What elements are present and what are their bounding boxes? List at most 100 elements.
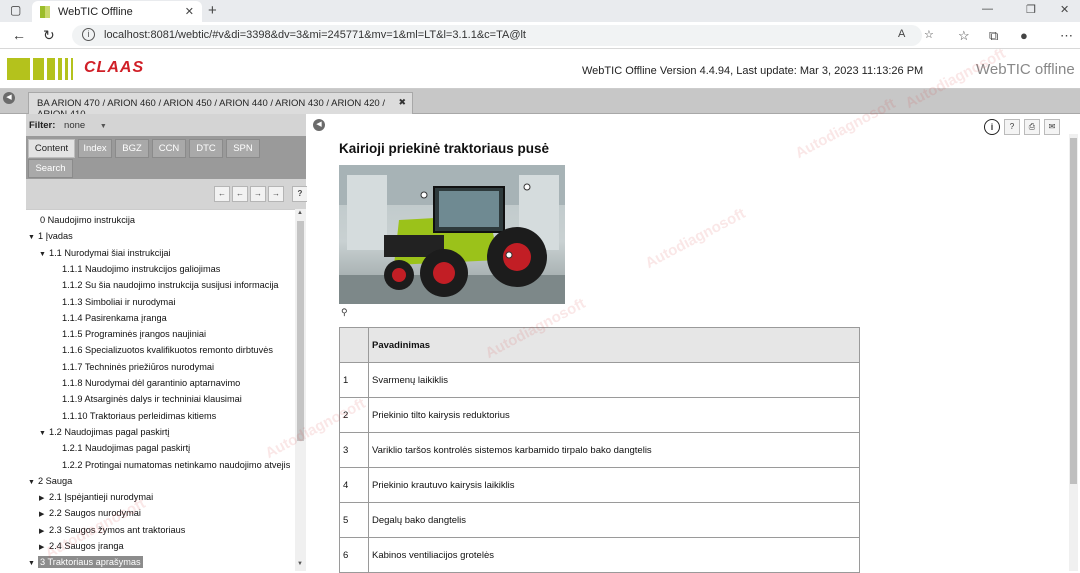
tree-item[interactable]: 1.1.8 Nurodymai dėl garantinio aptarnavi… <box>62 378 240 388</box>
profile-icon[interactable]: ● <box>1020 28 1028 43</box>
print-icon[interactable]: ⎙ <box>1024 119 1040 135</box>
collapse-left-icon[interactable]: ◀ <box>3 92 15 104</box>
tree-item[interactable]: ▼ 2 Sauga <box>28 476 72 486</box>
tree-item-label[interactable]: 1.1.2 Su šia naudojimo instrukcija susij… <box>62 280 279 290</box>
tree-item-label[interactable]: 2.4 Saugos įranga <box>49 541 124 551</box>
browser-tab[interactable]: WebTIC Offline ✕ <box>32 1 202 22</box>
email-icon[interactable]: ✉ <box>1044 119 1060 135</box>
tree-scrollbar[interactable]: ▲ ▼ <box>295 209 306 571</box>
collapsed-arrow-icon[interactable]: ▶ <box>39 510 49 518</box>
tree-item-label[interactable]: 1.1.5 Programinės įrangos naujiniai <box>62 329 206 339</box>
tree-item-label[interactable]: 2 Sauga <box>38 476 72 486</box>
tree-item[interactable]: ▼ 1.2 Naudojimas pagal paskirtį <box>39 427 170 437</box>
tree-item[interactable]: 1.1.1 Naudojimo instrukcijos galiojimas <box>62 264 220 274</box>
last-arrow-icon[interactable]: → <box>268 186 284 202</box>
address-bar[interactable]: i localhost:8081/webtic/#v&di=3398&dv=3&… <box>72 25 934 46</box>
tree-item-label[interactable]: 3 Traktoriaus aprašymas <box>38 556 143 569</box>
tree-item[interactable]: 1.1.2 Su šia naudojimo instrukcija susij… <box>62 280 279 290</box>
content-scroll-thumb[interactable] <box>1070 138 1077 484</box>
tree-item[interactable]: 1.1.9 Atsarginės dalys ir techniniai kla… <box>62 394 242 404</box>
tree-item[interactable]: ▶ 2.4 Saugos įranga <box>39 541 124 551</box>
tree-item-label[interactable]: 2.1 Įspėjantieji nurodymai <box>49 492 153 502</box>
tree-item-label[interactable]: 1.1.1 Naudojimo instrukcijos galiojimas <box>62 264 220 274</box>
tab-content[interactable]: Content <box>28 139 75 158</box>
tree-item-label[interactable]: 2.3 Saugos žymos ant traktoriaus <box>49 525 185 535</box>
tree-item-label[interactable]: 0 Naudojimo instrukcija <box>40 215 135 225</box>
tree-item-label[interactable]: 1.1.6 Specializuotos kvalifikuotos remon… <box>62 345 273 355</box>
tree-item-label[interactable]: 1.1.9 Atsarginės dalys ir techniniai kla… <box>62 394 242 404</box>
favorite-icon[interactable]: ☆ <box>924 28 934 41</box>
collapse-tree-icon[interactable]: ◀ <box>313 119 325 131</box>
tree-item[interactable]: ▶ 2.2 Saugos nurodymai <box>39 508 141 518</box>
tree-item[interactable]: 1.1.4 Pasirenkama įranga <box>62 313 167 323</box>
tree-item-label[interactable]: 2.2 Saugos nurodymai <box>49 508 141 518</box>
tab-actions-icon[interactable]: ▢ <box>10 3 21 17</box>
info-icon[interactable]: i <box>984 119 1000 135</box>
tractor-image[interactable] <box>339 165 565 304</box>
reload-icon[interactable]: ↻ <box>43 27 55 44</box>
collapsed-arrow-icon[interactable]: ▶ <box>39 543 49 551</box>
tree-item-label[interactable]: 1.1.8 Nurodymai dėl garantinio aptarnavi… <box>62 378 240 388</box>
expanded-arrow-icon[interactable]: ▼ <box>28 479 38 486</box>
tree-item-label[interactable]: 1.2 Naudojimas pagal paskirtį <box>49 427 170 437</box>
collections-icon[interactable]: ⧉ <box>989 28 998 44</box>
tree-item[interactable]: 1.1.5 Programinės įrangos naujiniai <box>62 329 206 339</box>
read-aloud-icon[interactable]: A <box>898 28 905 40</box>
url-text[interactable]: localhost:8081/webtic/#v&di=3398&dv=3&mi… <box>104 29 526 41</box>
filter-value[interactable]: none <box>64 120 85 131</box>
tree-item-label[interactable]: 1.1.4 Pasirenkama įranga <box>62 313 167 323</box>
tree-item-label[interactable]: 1.1.10 Traktoriaus perleidimas kitiems <box>62 411 216 421</box>
tab-search[interactable]: Search <box>28 159 73 178</box>
tree-item-label[interactable]: 1 Įvadas <box>38 231 73 241</box>
tree-item[interactable]: ▼ 1.1 Nurodymai šiai instrukcijai <box>39 248 171 258</box>
tree-item[interactable]: 1.1.3 Simboliai ir nurodymai <box>62 297 175 307</box>
next-arrow-icon[interactable]: → <box>250 186 266 202</box>
tree-item-label[interactable]: 1.1 Nurodymai šiai instrukcijai <box>49 248 171 258</box>
help-icon[interactable]: ? <box>292 186 308 202</box>
zoom-icon[interactable]: ⚲ <box>341 307 348 318</box>
maximize-icon[interactable]: ❐ <box>1026 3 1036 16</box>
back-icon[interactable]: ← <box>12 27 26 43</box>
new-tab-icon[interactable]: + <box>208 2 217 19</box>
close-document-icon[interactable]: ✖ <box>398 97 406 108</box>
tree-item[interactable]: ▼ 3 Traktoriaus aprašymas <box>28 556 143 569</box>
expanded-arrow-icon[interactable]: ▼ <box>39 430 49 437</box>
filter-control[interactable]: Filter: none ▼ <box>29 120 107 131</box>
close-window-icon[interactable]: ✕ <box>1060 3 1069 16</box>
chevron-down-icon[interactable]: ▼ <box>100 123 107 130</box>
more-icon[interactable]: ⋯ <box>1060 28 1073 44</box>
tree-item-label[interactable]: 1.2.1 Naudojimas pagal paskirtį <box>62 443 190 453</box>
tree-item[interactable]: 1.2.2 Protingai numatomas netinkamo naud… <box>62 460 290 470</box>
tree-item[interactable]: 1.1.7 Techninės priežiūros nurodymai <box>62 362 214 372</box>
scroll-up-icon[interactable]: ▲ <box>297 210 303 216</box>
tab-bgz[interactable]: BGZ <box>115 139 149 158</box>
document-tab[interactable]: BA ARION 470 / ARION 460 / ARION 450 / A… <box>28 92 413 120</box>
scroll-down-icon[interactable]: ▼ <box>297 561 303 567</box>
tree-item-label[interactable]: 1.2.2 Protingai numatomas netinkamo naud… <box>62 460 290 470</box>
expanded-arrow-icon[interactable]: ▼ <box>28 234 38 241</box>
expanded-arrow-icon[interactable]: ▼ <box>28 560 38 567</box>
collapsed-arrow-icon[interactable]: ▶ <box>39 494 49 502</box>
first-arrow-icon[interactable]: ← <box>214 186 230 202</box>
tree-item-label[interactable]: 1.1.7 Techninės priežiūros nurodymai <box>62 362 214 372</box>
tab-index[interactable]: Index <box>78 139 112 158</box>
tree-item[interactable]: ▼ 1 Įvadas <box>28 231 73 241</box>
tree-item[interactable]: ▶ 2.1 Įspėjantieji nurodymai <box>39 492 153 502</box>
tree-item-label[interactable]: 1.1.3 Simboliai ir nurodymai <box>62 297 175 307</box>
tree-item[interactable]: 1.2.1 Naudojimas pagal paskirtį <box>62 443 190 453</box>
prev-arrow-icon[interactable]: ← <box>232 186 248 202</box>
tree-item[interactable]: 1.1.6 Specializuotos kvalifikuotos remon… <box>62 345 273 355</box>
tree-item[interactable]: 0 Naudojimo instrukcija <box>40 215 135 225</box>
expanded-arrow-icon[interactable]: ▼ <box>39 251 49 258</box>
tab-dtc[interactable]: DTC <box>189 139 223 158</box>
collapsed-arrow-icon[interactable]: ▶ <box>39 527 49 535</box>
minimize-icon[interactable]: — <box>982 3 993 15</box>
tab-ccn[interactable]: CCN <box>152 139 186 158</box>
tree-item[interactable]: ▶ 2.3 Saugos žymos ant traktoriaus <box>39 525 185 535</box>
help-icon[interactable]: ? <box>1004 119 1020 135</box>
close-tab-icon[interactable]: ✕ <box>185 5 194 18</box>
tab-spn[interactable]: SPN <box>226 139 260 158</box>
tree-scroll-thumb[interactable] <box>297 221 304 441</box>
tree-item[interactable]: 1.1.10 Traktoriaus perleidimas kitiems <box>62 411 216 421</box>
content-scrollbar[interactable] <box>1069 134 1078 571</box>
